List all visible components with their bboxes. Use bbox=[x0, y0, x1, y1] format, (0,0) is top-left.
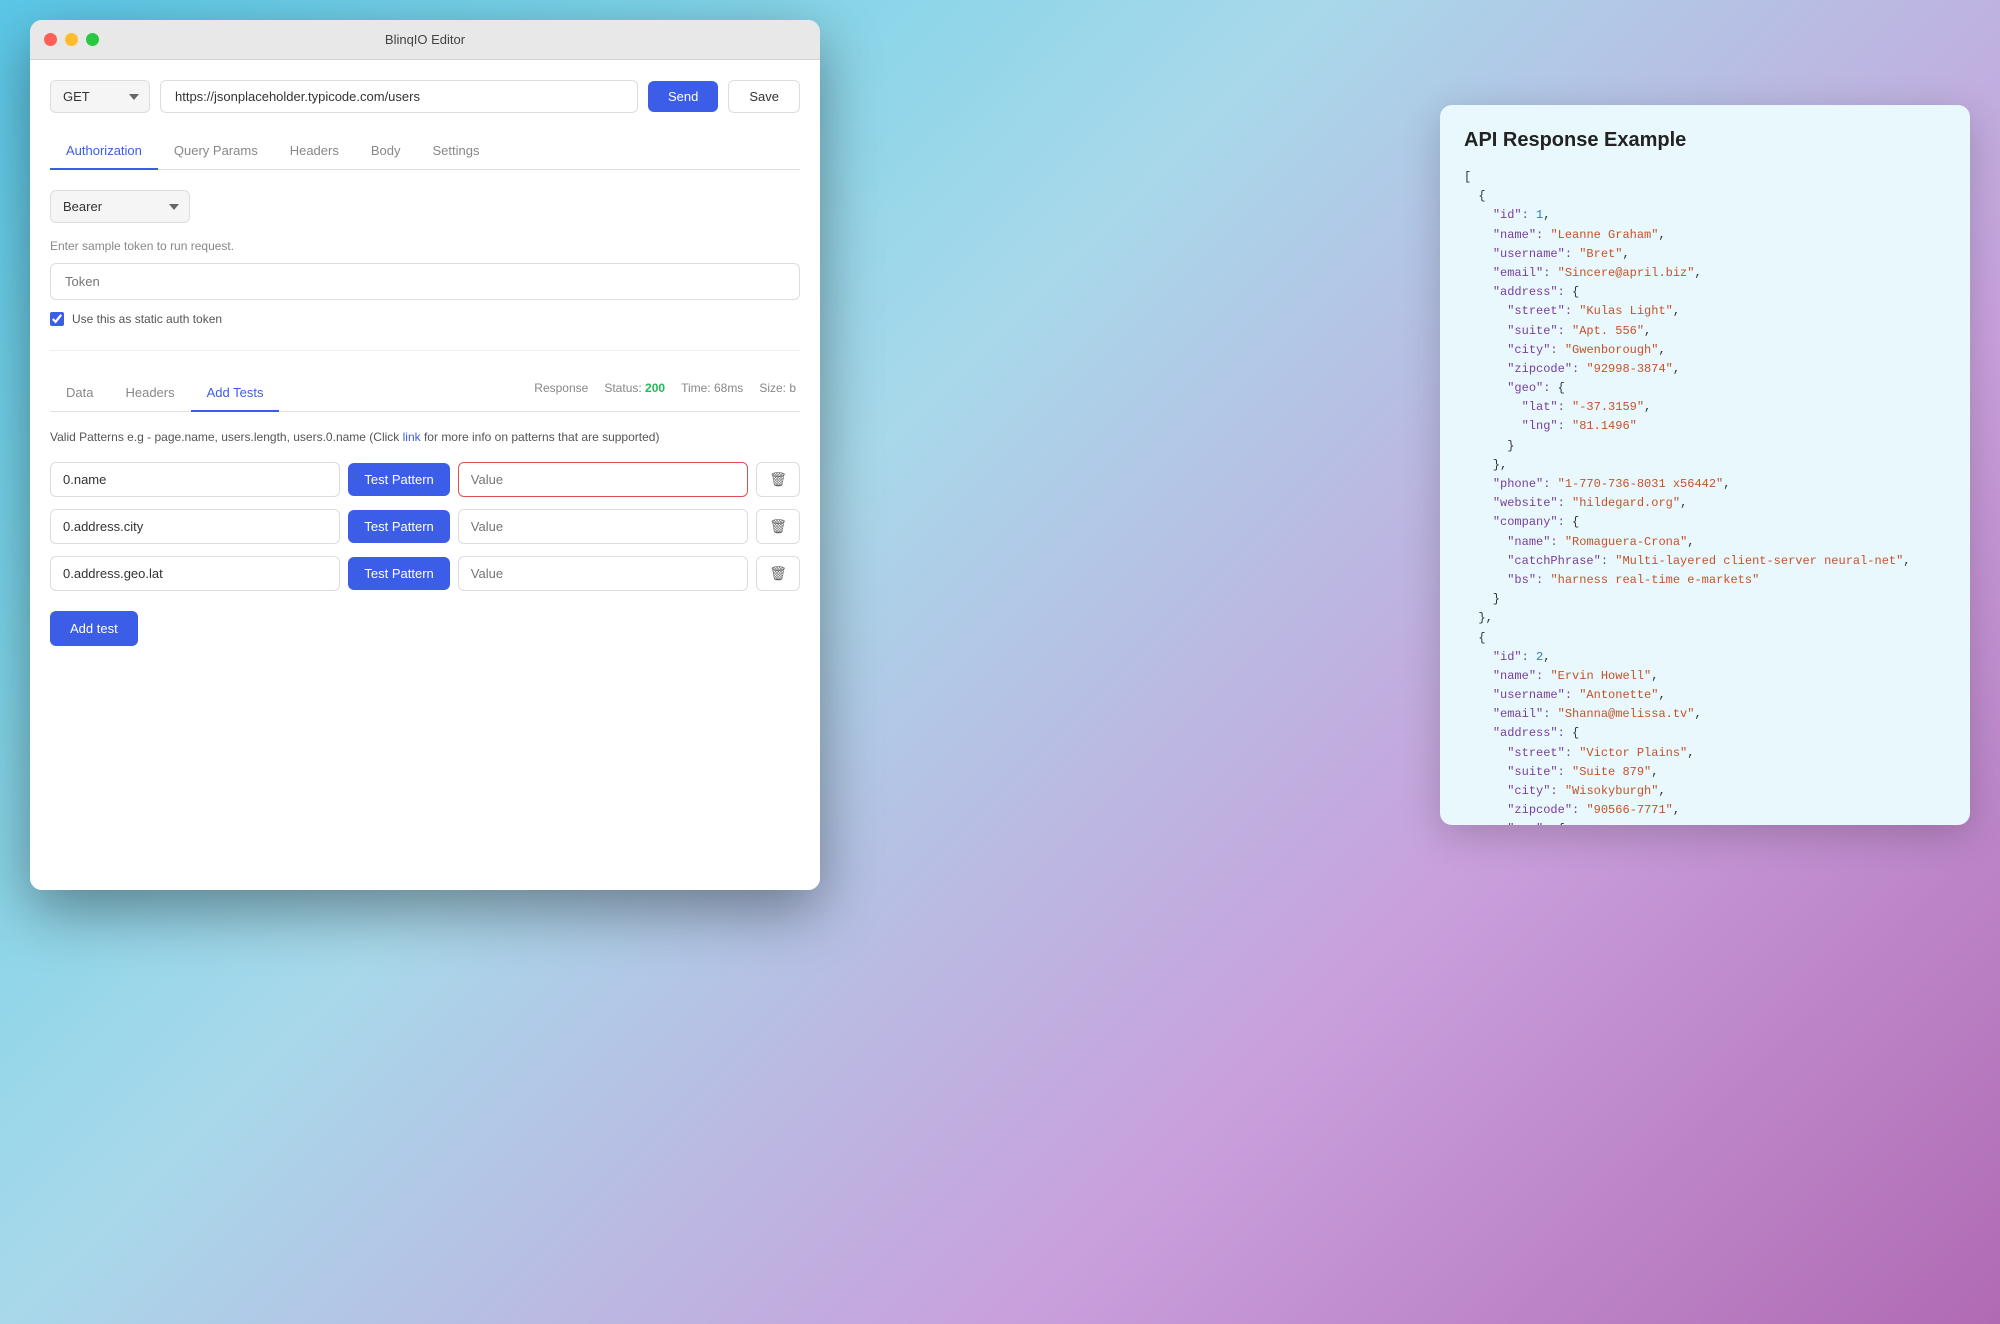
send-button[interactable]: Send bbox=[648, 81, 718, 112]
method-select[interactable]: GET POST PUT PATCH DELETE bbox=[50, 80, 150, 113]
delete-button-1[interactable]: 🗑 bbox=[756, 462, 800, 497]
test-row-3: Test Pattern 🗑 bbox=[50, 556, 800, 591]
tab-authorization[interactable]: Authorization bbox=[50, 133, 158, 170]
pattern-input-3[interactable] bbox=[50, 556, 340, 591]
minimize-button[interactable] bbox=[65, 33, 78, 46]
main-window: BlinqIO Editor GET POST PUT PATCH DELETE… bbox=[30, 20, 820, 890]
response-label: Response bbox=[534, 381, 588, 395]
auth-section: Bearer Basic API Key None Enter sample t… bbox=[50, 190, 800, 326]
window-body: GET POST PUT PATCH DELETE Send Save Auth… bbox=[30, 60, 820, 890]
tab-query-params[interactable]: Query Params bbox=[158, 133, 274, 170]
static-token-checkbox[interactable] bbox=[50, 312, 64, 326]
test-pattern-button-3[interactable]: Test Pattern bbox=[348, 557, 449, 590]
pattern-input-2[interactable] bbox=[50, 509, 340, 544]
test-row-1: Test Pattern 🗑 bbox=[50, 462, 800, 497]
api-response-panel: API Response Example [ { "id": 1, "name"… bbox=[1440, 105, 1970, 825]
time-info: Time: 68ms bbox=[681, 381, 743, 395]
static-token-label: Use this as static auth token bbox=[72, 312, 222, 326]
pattern-input-1[interactable] bbox=[50, 462, 340, 497]
static-token-row: Use this as static auth token bbox=[50, 312, 800, 326]
close-button[interactable] bbox=[44, 33, 57, 46]
delete-button-2[interactable]: 🗑 bbox=[756, 509, 800, 544]
api-panel-title: API Response Example bbox=[1464, 129, 1946, 152]
api-response-content: [ { "id": 1, "name": "Leanne Graham", "u… bbox=[1464, 168, 1946, 825]
test-row-2: Test Pattern 🗑 bbox=[50, 509, 800, 544]
trash-icon-2: 🗑 bbox=[769, 518, 787, 535]
tab-headers-bottom[interactable]: Headers bbox=[109, 375, 190, 412]
trash-icon-1: 🗑 bbox=[769, 471, 787, 488]
size-info: Size: b bbox=[759, 381, 796, 395]
status-value: 200 bbox=[645, 381, 665, 395]
delete-button-3[interactable]: 🗑 bbox=[756, 556, 800, 591]
tab-data[interactable]: Data bbox=[50, 375, 109, 412]
url-bar: GET POST PUT PATCH DELETE Send Save bbox=[50, 80, 800, 113]
titlebar: BlinqIO Editor bbox=[30, 20, 820, 60]
save-button[interactable]: Save bbox=[728, 80, 800, 113]
pattern-link[interactable]: link bbox=[403, 430, 421, 444]
value-input-2[interactable] bbox=[458, 509, 748, 544]
status-badge: Status: 200 bbox=[604, 381, 665, 395]
test-pattern-button-2[interactable]: Test Pattern bbox=[348, 510, 449, 543]
value-input-3[interactable] bbox=[458, 556, 748, 591]
window-title: BlinqIO Editor bbox=[385, 32, 465, 47]
response-info: Response Status: 200 Time: 68ms Size: b bbox=[534, 381, 800, 405]
add-test-button[interactable]: Add test bbox=[50, 611, 138, 646]
tab-add-tests[interactable]: Add Tests bbox=[191, 375, 280, 412]
section-divider bbox=[50, 350, 800, 351]
url-input[interactable] bbox=[160, 80, 638, 113]
maximize-button[interactable] bbox=[86, 33, 99, 46]
token-input[interactable] bbox=[50, 263, 800, 300]
tab-settings[interactable]: Settings bbox=[416, 133, 495, 170]
status-label: Status: bbox=[604, 381, 641, 395]
pattern-hint: Valid Patterns e.g - page.name, users.le… bbox=[50, 428, 800, 446]
test-pattern-button-1[interactable]: Test Pattern bbox=[348, 463, 449, 496]
auth-type-select[interactable]: Bearer Basic API Key None bbox=[50, 190, 190, 223]
traffic-lights bbox=[44, 33, 99, 46]
tab-body[interactable]: Body bbox=[355, 133, 417, 170]
auth-helper-text: Enter sample token to run request. bbox=[50, 239, 800, 253]
add-tests-section: Valid Patterns e.g - page.name, users.le… bbox=[50, 428, 800, 646]
value-input-1[interactable] bbox=[458, 462, 748, 497]
bottom-tabs: Data Headers Add Tests Response Status: … bbox=[50, 375, 800, 412]
trash-icon-3: 🗑 bbox=[769, 565, 787, 582]
tab-headers[interactable]: Headers bbox=[274, 133, 355, 170]
top-tabs: Authorization Query Params Headers Body … bbox=[50, 133, 800, 170]
